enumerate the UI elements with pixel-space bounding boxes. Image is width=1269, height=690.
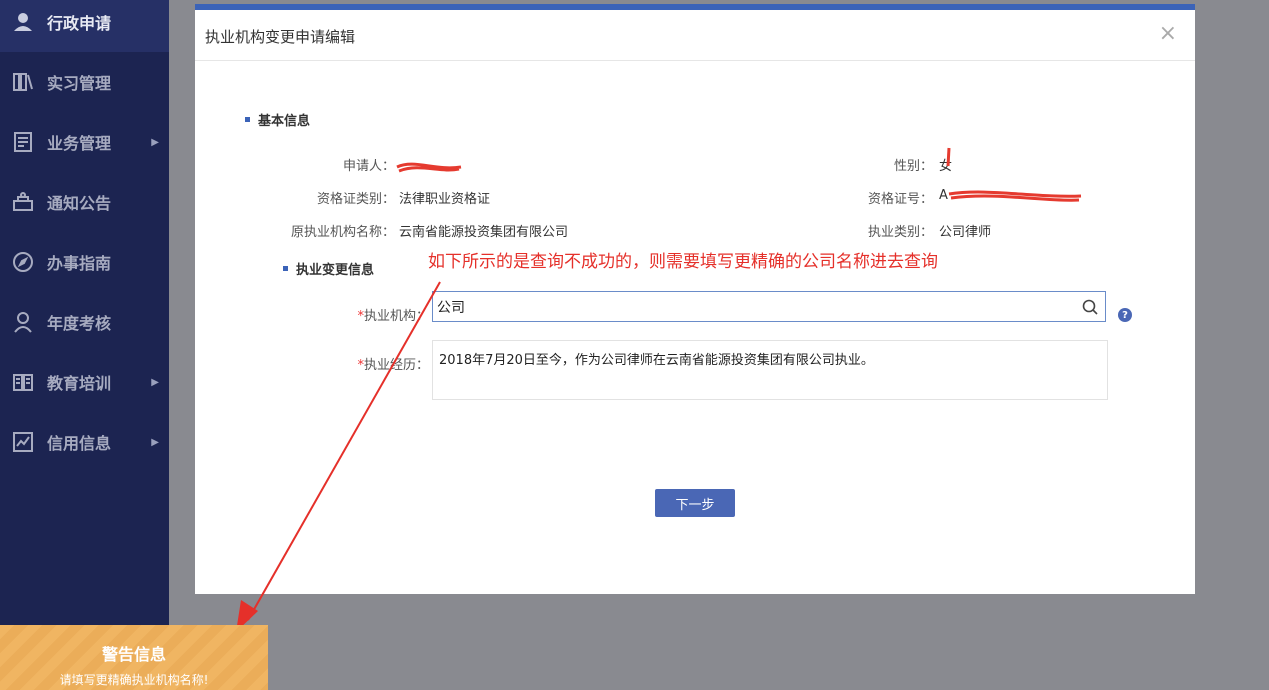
sidebar-item-label: 信用信息	[47, 434, 112, 453]
sidebar-item-label: 教育培训	[47, 374, 112, 393]
cert-type-value: 法律职业资格证	[399, 192, 491, 207]
org-label-text: 执业机构：	[363, 309, 429, 324]
practice-type-value: 公司律师	[939, 225, 992, 240]
chevron-right-icon: ▶	[151, 376, 159, 388]
cert-type-label: 资格证类别：	[316, 192, 395, 207]
orig-org-value: 云南省能源投资集团有限公司	[399, 225, 569, 240]
bullet-square	[245, 117, 250, 122]
sidebar-item-annual-review[interactable]: 年度考核	[0, 292, 169, 352]
sidebar-item-credit[interactable]: 信用信息 ▶	[0, 412, 169, 472]
sidebar-item-label: 行政申请	[47, 14, 112, 33]
sidebar: 行政申请 实习管理 业务管理 ▶ 通知公告 办事指南 年度考核 教育培训 ▶ 信…	[0, 0, 169, 690]
bullet-square	[283, 266, 288, 271]
book-stack-icon	[11, 70, 35, 94]
section-change-info: 执业变更信息	[283, 259, 374, 278]
next-step-button[interactable]: 下一步	[655, 489, 735, 517]
practice-type-label: 执业类别：	[867, 225, 933, 240]
sidebar-item-label: 实习管理	[47, 74, 112, 93]
section-basic-info: 基本信息	[245, 110, 310, 129]
org-label: *执业机构：	[325, 305, 429, 324]
sidebar-item-label: 通知公告	[47, 194, 112, 213]
cert-no-label: 资格证号：	[867, 192, 933, 207]
document-icon	[11, 130, 35, 154]
search-icon[interactable]	[1075, 292, 1105, 321]
dialog-title: 执业机构变更申请编辑	[205, 28, 356, 46]
sidebar-item-guide[interactable]: 办事指南	[0, 232, 169, 292]
annotation-text: 如下所示的是查询不成功的，则需要填写更精确的公司名称进去查询	[428, 252, 938, 272]
orig-org-label: 原执业机构名称：	[290, 225, 395, 240]
chevron-right-icon: ▶	[151, 436, 159, 448]
gender-label: 性别：	[893, 159, 933, 174]
close-icon[interactable]: ×	[1159, 23, 1177, 45]
person-icon	[11, 310, 35, 334]
history-label-text: 执业经历：	[363, 358, 429, 373]
sidebar-item-label: 办事指南	[47, 254, 112, 273]
history-label: *执业经历：	[325, 354, 429, 373]
sidebar-item-education[interactable]: 教育培训 ▶	[0, 352, 169, 412]
sidebar-item-admin-application[interactable]: 行政申请	[0, 0, 169, 52]
warning-message: 请填写更精确执业机构名称!	[59, 673, 209, 687]
applicant-label: 申请人：	[342, 159, 395, 174]
help-icon[interactable]: ?	[1118, 308, 1132, 322]
section-title: 执业变更信息	[296, 263, 375, 278]
section-title: 基本信息	[258, 114, 311, 129]
edit-dialog: 执业机构变更申请编辑 × 基本信息 申请人： 性别： 女 资格证类别： 法律职业…	[195, 4, 1195, 594]
history-textarea[interactable]: 2018年7月20日至今，作为公司律师在云南省能源投资集团有限公司执业。	[432, 340, 1108, 400]
open-book-icon	[11, 370, 35, 394]
warning-toast: 警告信息 请填写更精确执业机构名称!	[0, 625, 268, 690]
warning-title: 警告信息	[101, 645, 166, 664]
sidebar-item-label: 业务管理	[47, 134, 112, 153]
sidebar-item-business[interactable]: 业务管理 ▶	[0, 112, 169, 172]
redaction-scribble	[948, 190, 1082, 202]
org-search-field[interactable]	[432, 291, 1106, 322]
chevron-right-icon: ▶	[151, 136, 159, 148]
user-icon	[11, 10, 35, 34]
sidebar-item-internship[interactable]: 实习管理	[0, 52, 169, 112]
sidebar-item-notice[interactable]: 通知公告	[0, 172, 169, 232]
sidebar-item-label: 年度考核	[47, 314, 112, 333]
dialog-header: 执业机构变更申请编辑 ×	[195, 10, 1195, 61]
chart-icon	[11, 430, 35, 454]
org-search-input[interactable]	[433, 292, 1075, 321]
bell-icon	[11, 190, 35, 214]
redaction-scribble	[946, 147, 951, 167]
redaction-scribble	[396, 162, 462, 173]
compass-icon	[11, 250, 35, 274]
